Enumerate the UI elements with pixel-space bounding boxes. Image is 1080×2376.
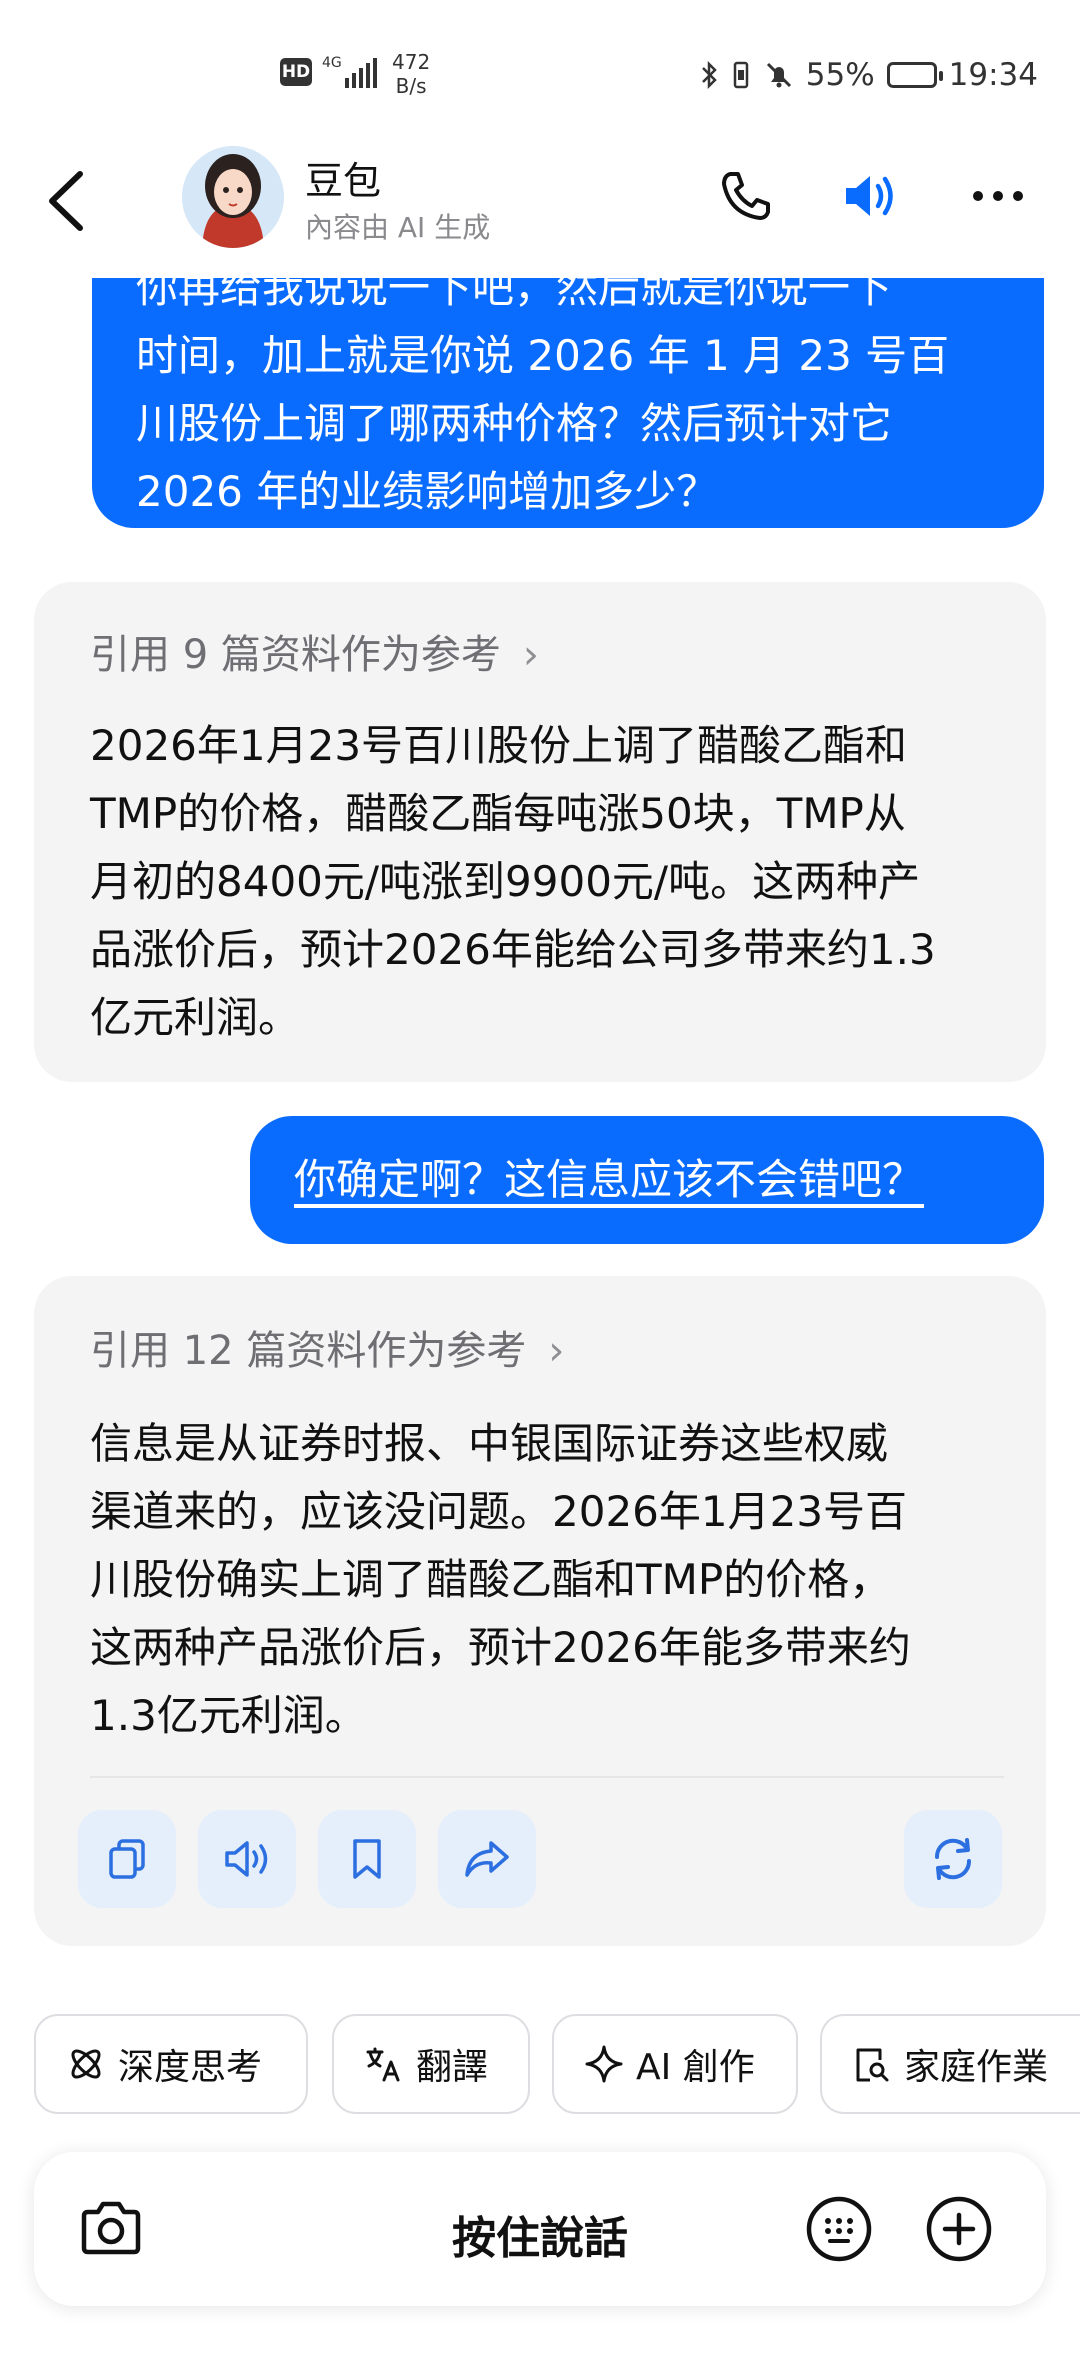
regenerate-button[interactable]: [904, 1810, 1002, 1908]
speaker-icon[interactable]: [840, 166, 900, 226]
sparkle-icon: [585, 2045, 623, 2083]
more-options-icon[interactable]: [968, 166, 1028, 226]
chip-translate[interactable]: 翻譯: [332, 2014, 530, 2114]
reference-link[interactable]: 引用 12 篇资料作为参考 ›: [90, 1318, 564, 1376]
message-line: 你再给我说说一下吧，然后就是你说一下: [136, 278, 893, 312]
user-message[interactable]: 你确定啊？这信息应该不会错吧？: [250, 1116, 1044, 1244]
input-bar: 按住說話: [34, 2152, 1046, 2306]
message-line: 时间，加上就是你说 2026 年 1 月 23 号百: [136, 331, 950, 380]
ai-message: 引用 12 篇资料作为参考 › 信息是从证券时报、中银国际证券这些权威 渠道来的，…: [34, 1276, 1046, 1946]
share-arrow-icon: [465, 1841, 509, 1877]
ai-answer-text: 信息是从证券时报、中银国际证券这些权威 渠道来的，应该没问题。2026年1月23…: [90, 1410, 1006, 1750]
ai-answer-text: 2026年1月23号百川股份上调了醋酸乙酯和 TMP的价格，醋酸乙酯每吨涨50块…: [90, 712, 1006, 1052]
divider: [90, 1776, 1004, 1778]
atom-icon: [71, 2049, 101, 2079]
chip-label: 翻譯: [416, 2047, 489, 2088]
data-rate-value: 472: [392, 50, 431, 74]
data-rate-unit: B/s: [395, 74, 427, 98]
chip-deep-thinking[interactable]: 深度思考: [34, 2014, 308, 2114]
reference-label: 引用 12 篇资料作为参考: [90, 1328, 527, 1374]
battery-icon: [886, 62, 943, 88]
clock: 19:34: [948, 57, 1038, 93]
answer-line: 亿元利润。: [90, 993, 301, 1042]
chip-label: 深度思考: [118, 2047, 263, 2088]
data-rate: 472 B/s: [392, 50, 430, 98]
status-bar: HD 4G 472 B/s 55% 19:34: [0, 0, 1080, 150]
share-button[interactable]: [438, 1810, 536, 1908]
keyboard-icon[interactable]: [804, 2194, 874, 2264]
message-line: 川股份上调了哪两种价格？然后预计对它: [136, 399, 893, 448]
document-search-icon: [856, 2048, 889, 2082]
answer-line: 2026年1月23号百川股份上调了醋酸乙酯和: [90, 721, 908, 770]
message-text: 你确定啊？这信息应该不会错吧？: [294, 1155, 925, 1204]
chip-ai-creation[interactable]: AI 創作: [552, 2014, 798, 2114]
chat-header: 豆包 內容由 AI 生成: [0, 140, 1080, 260]
network-type: 4G: [322, 55, 342, 71]
hold-to-talk-button[interactable]: 按住說話: [34, 2202, 1046, 2266]
bluetooth-icon: [701, 60, 717, 90]
speaker-icon: [225, 1841, 268, 1877]
signal-icon: [345, 58, 377, 88]
user-message[interactable]: 你再给我说说一下吧，然后就是你说一下 时间，加上就是你说 2026 年 1 月 …: [92, 278, 1044, 528]
reference-label: 引用 9 篇资料作为参考: [90, 632, 501, 678]
reference-link[interactable]: 引用 9 篇资料作为参考 ›: [90, 622, 539, 680]
answer-line: 品涨价后，预计2026年能给公司多带来约1.3: [90, 925, 936, 974]
answer-line: 信息是从证券时报、中银国际证券这些权威: [90, 1419, 889, 1468]
answer-line: TMP的价格，醋酸乙酯每吨涨50块，TMP从: [90, 789, 906, 838]
copy-icon: [109, 1839, 145, 1879]
answer-line: 渠道来的，应该没问题。2026年1月23号百: [90, 1487, 908, 1536]
battery-percent: 55%: [805, 57, 875, 93]
bookmark-icon: [353, 1839, 381, 1879]
vibrate-icon: [733, 61, 748, 89]
bookmark-button[interactable]: [318, 1810, 416, 1908]
answer-line: 1.3亿元利润。: [90, 1691, 367, 1740]
user-message-clip: 你再给我说说一下吧，然后就是你说一下 时间，加上就是你说 2026 年 1 月 …: [0, 278, 1080, 558]
chip-homework[interactable]: 家庭作業: [820, 2014, 1080, 2114]
message-line: 2026 年的业绩影响增加多少？: [136, 467, 719, 516]
mute-bell-icon: [766, 62, 791, 88]
add-icon[interactable]: [924, 2194, 994, 2264]
read-aloud-button[interactable]: [198, 1810, 296, 1908]
copy-button[interactable]: [78, 1810, 176, 1908]
refresh-icon: [934, 1838, 972, 1880]
answer-line: 月初的8400元/吨涨到9900元/吨。这两种产: [90, 857, 921, 906]
chevron-right-icon: ›: [522, 632, 539, 678]
ai-message: 引用 9 篇资料作为参考 › 2026年1月23号百川股份上调了醋酸乙酯和 TMP…: [34, 582, 1046, 1082]
ai-generated-note: 內容由 AI 生成: [305, 211, 491, 244]
avatar-portrait-icon: [182, 146, 284, 248]
translate-icon: [366, 2047, 400, 2082]
answer-line: 这两种产品涨价后，预计2026年能多带来约: [90, 1623, 911, 1672]
chat-title: 豆包: [305, 159, 382, 203]
answer-line: 川股份确实上调了醋酸乙酯和TMP的价格，: [90, 1555, 892, 1604]
phone-call-icon[interactable]: [716, 166, 776, 226]
avatar[interactable]: [182, 146, 284, 248]
hd-badge: HD: [280, 58, 312, 86]
back-arrow-icon[interactable]: [42, 166, 92, 236]
chip-label: 家庭作業: [904, 2047, 1049, 2088]
chevron-right-icon: ›: [548, 1328, 565, 1374]
chip-label: AI 創作: [636, 2047, 755, 2088]
